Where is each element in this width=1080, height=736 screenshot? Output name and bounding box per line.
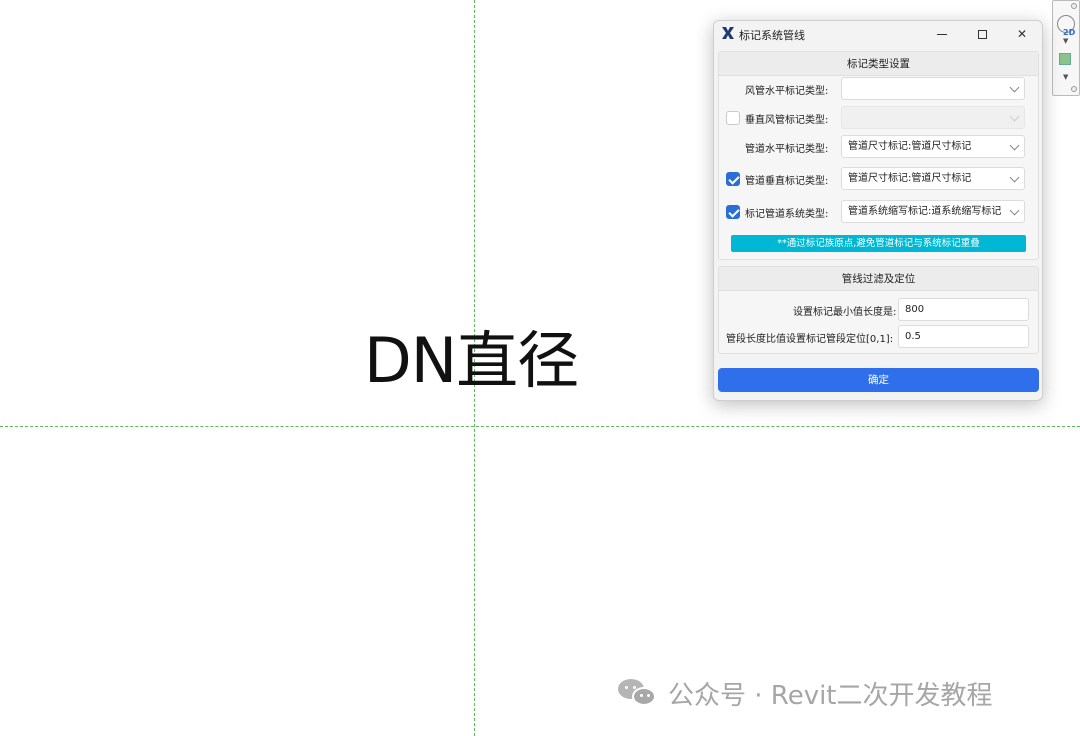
chevron-down-icon xyxy=(1009,172,1020,183)
duct-horizontal-tag-label: 风管水平标记类型: xyxy=(745,86,829,97)
duct-horizontal-tag-row: 风管水平标记类型: xyxy=(719,76,1038,102)
chevron-down-icon xyxy=(1009,205,1020,216)
pipe-horizontal-tag-select[interactable]: 管道尺寸标记:管道尺寸标记 xyxy=(841,135,1025,158)
zoom-icon[interactable] xyxy=(1059,53,1071,65)
segment-ratio-label: 管段长度比值设置标记管段定位[0,1]: xyxy=(726,334,894,345)
pipe-vertical-tag-label: 管道垂直标记类型: xyxy=(745,176,829,187)
close-button[interactable]: ✕ xyxy=(1002,21,1042,47)
min-length-input[interactable]: 800 xyxy=(898,298,1029,321)
pipe-vertical-tag-select[interactable]: 管道尺寸标记:管道尺寸标记 xyxy=(841,167,1025,190)
min-length-label: 设置标记最小值长度是: xyxy=(793,307,897,318)
watermark-text: 公众号 · Revit二次开发教程 xyxy=(668,680,993,711)
dialog-title: 标记系统管线 xyxy=(739,29,805,42)
maximize-icon xyxy=(977,29,987,39)
pipe-vertical-tag-checkbox[interactable] xyxy=(726,172,740,186)
segment-ratio-input[interactable]: 0.5 xyxy=(898,325,1029,348)
pipe-system-tag-checkbox[interactable] xyxy=(726,205,740,219)
chevron-down-icon xyxy=(1009,140,1020,151)
nav-dot-icon xyxy=(1071,86,1077,92)
group-header: 标记类型设置 xyxy=(719,52,1038,76)
horizontal-guide-line xyxy=(0,426,1080,427)
pipe-vertical-tag-row: 管道垂直标记类型: 管道尺寸标记:管道尺寸标记 xyxy=(719,166,1038,192)
pipe-system-tag-select[interactable]: 管道系统缩写标记:道系统缩写标记 xyxy=(841,200,1025,223)
chevron-down-icon[interactable]: ▼ xyxy=(1063,37,1068,45)
duct-vertical-tag-checkbox[interactable] xyxy=(726,111,740,125)
duct-horizontal-tag-select[interactable] xyxy=(841,77,1025,100)
view-2d-label: 2D xyxy=(1063,28,1076,37)
navigation-bar[interactable]: 2D ▼ ▼ xyxy=(1052,0,1080,96)
minimize-button[interactable] xyxy=(922,21,962,47)
ok-button[interactable]: 确定 xyxy=(718,368,1039,392)
minimize-icon xyxy=(937,33,947,35)
chevron-down-icon xyxy=(1009,111,1020,122)
watermark: 公众号 · Revit二次开发教程 xyxy=(618,676,993,711)
nav-dot-icon xyxy=(1071,3,1077,9)
maximize-button[interactable] xyxy=(962,21,1002,47)
pipe-horizontal-tag-label: 管道水平标记类型: xyxy=(745,144,829,155)
duct-vertical-tag-label: 垂直风管标记类型: xyxy=(745,115,829,126)
close-icon: ✕ xyxy=(1016,27,1028,41)
revit-x-icon xyxy=(722,27,734,39)
dialog-titlebar[interactable]: 标记系统管线 ✕ xyxy=(714,21,1042,47)
tag-type-settings-group: 标记类型设置 风管水平标记类型: 垂直风管标记类型: 管道水平标记类型: 管道尺… xyxy=(718,51,1039,260)
chevron-down-icon[interactable]: ▼ xyxy=(1063,73,1068,81)
pipe-system-tag-row: 标记管道系统类型: 管道系统缩写标记:道系统缩写标记 xyxy=(719,199,1038,225)
pipe-system-tag-label: 标记管道系统类型: xyxy=(745,209,829,220)
info-banner: **通过标记族原点,避免管道标记与系统标记重叠 xyxy=(731,235,1026,252)
tag-system-pipes-dialog: 标记系统管线 ✕ 标记类型设置 风管水平标记类型: 垂直风管标记类型: 管道水平… xyxy=(713,20,1043,401)
min-length-row: 设置标记最小值长度是: 800 xyxy=(719,297,1038,323)
duct-vertical-tag-row: 垂直风管标记类型: xyxy=(719,105,1038,131)
select-value: 管道尺寸标记:管道尺寸标记 xyxy=(848,173,972,184)
pipe-filter-position-group: 管线过滤及定位 设置标记最小值长度是: 800 管段长度比值设置标记管段定位[0… xyxy=(718,266,1039,354)
wechat-icon xyxy=(618,677,658,709)
duct-vertical-tag-select[interactable] xyxy=(841,106,1025,129)
select-value: 管道系统缩写标记:道系统缩写标记 xyxy=(848,206,1002,217)
segment-ratio-row: 管段长度比值设置标记管段定位[0,1]: 0.5 xyxy=(719,324,1038,350)
select-value: 管道尺寸标记:管道尺寸标记 xyxy=(848,141,972,152)
pipe-horizontal-tag-row: 管道水平标记类型: 管道尺寸标记:管道尺寸标记 xyxy=(719,134,1038,160)
group-header: 管线过滤及定位 xyxy=(719,267,1038,291)
chevron-down-icon xyxy=(1009,82,1020,93)
revit-canvas[interactable]: DN直径 2D ▼ ▼ 标记系统管线 ✕ 标记类型设置 风管水平标记类型: 垂直… xyxy=(0,0,1080,736)
canvas-text-label[interactable]: DN直径 xyxy=(364,330,579,392)
